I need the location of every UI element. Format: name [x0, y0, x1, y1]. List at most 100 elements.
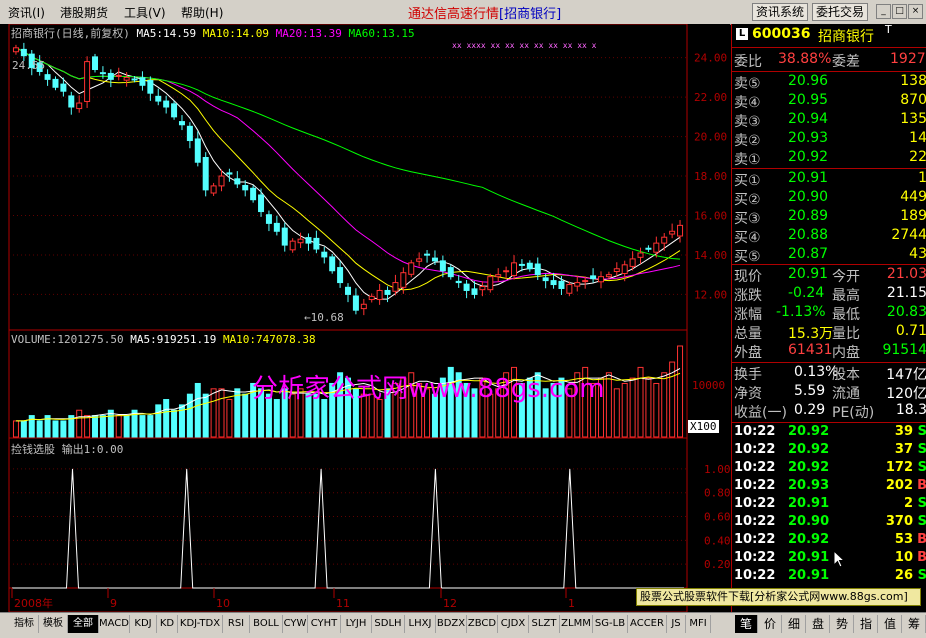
app-title: 通达信高速行情[招商银行] [408, 3, 561, 22]
price-header: 招商银行(日线,前复权) MA5:14.59 MA10:14.09 MA20:1… [11, 25, 415, 41]
tick-row[interactable]: 10:22 20.92 172 S [732, 460, 926, 479]
stat-label: 最高 [832, 288, 860, 304]
indicator-tab[interactable]: 指标 [10, 615, 39, 633]
indicator-tab[interactable]: SLZT [529, 615, 560, 633]
indicator-y-tick-label: 0.40 [704, 534, 730, 547]
indicator-tab[interactable]: ACCER [628, 615, 667, 633]
menu-help[interactable]: 帮助(H) [181, 4, 223, 21]
tick-row[interactable]: 10:22 20.91 10 B [732, 550, 926, 569]
tick-side: B [917, 532, 926, 547]
indicator-tab[interactable]: LYJH [341, 615, 372, 633]
indicator-tab[interactable]: CYW [283, 615, 308, 633]
view-tab[interactable]: 指 [855, 615, 878, 633]
candle-body [574, 282, 581, 287]
indicator-tab[interactable]: CJDX [498, 615, 529, 633]
fundamental-label: PE(动) [832, 405, 875, 421]
price-y-tick-label: 24.00 [694, 52, 727, 65]
menu-info[interactable]: 资讯(I) [8, 4, 45, 21]
indicator-tab[interactable]: SDLH [372, 615, 405, 633]
stat-label: 涨幅 [734, 307, 762, 323]
stat-value: 0.71 [895, 323, 926, 339]
candle-body [313, 237, 320, 250]
tick-row[interactable]: 10:22 20.90 370 S [732, 514, 926, 533]
info-system-button[interactable]: 资讯系统 [752, 3, 809, 21]
sell-level-row: 卖② 20.93 14 [732, 130, 926, 149]
tick-row[interactable]: 10:22 20.92 53 B [732, 532, 926, 551]
candle-body [115, 74, 122, 77]
candle-body [171, 103, 178, 118]
sell-level-label: 卖① [734, 152, 761, 168]
stat-value: 21.03 [886, 266, 926, 282]
tick-price: 20.92 [788, 442, 830, 457]
indicator-tab[interactable]: BOLL [250, 615, 283, 633]
buy-level-price: 20.91 [788, 170, 829, 186]
view-tab[interactable]: 价 [759, 615, 782, 633]
trade-button[interactable]: 委托交易 [812, 3, 869, 21]
sell-level-label: 卖④ [734, 95, 761, 111]
view-tab[interactable]: 值 [879, 615, 902, 633]
tick-row[interactable]: 10:22 20.92 37 S [732, 442, 926, 461]
indicator-tab[interactable]: SG-LB [593, 615, 628, 633]
tick-row[interactable]: 10:22 20.93 202 B [732, 478, 926, 497]
indicator-tab[interactable]: ZLMM [560, 615, 593, 633]
buy-level-volume: 449 [900, 189, 926, 205]
indicator-tab[interactable]: KDJ [130, 615, 157, 633]
candle-body [352, 295, 359, 311]
kline-chart-svg[interactable]: 24.00 22.00 20.00 18.00 16.00 14.00 12.00 1.00 0… [0, 24, 730, 612]
candle-body [273, 222, 280, 232]
app-title-text: 通达信高速行情 [408, 7, 500, 22]
fundamental-value: 18.3 [895, 402, 926, 418]
tick-row[interactable]: 10:22 20.91 26 S [732, 568, 926, 587]
indicator-tab[interactable]: RSI [223, 615, 250, 633]
tick-side: B [917, 478, 926, 493]
tick-side: S [918, 496, 926, 511]
view-tab[interactable]: 盘 [807, 615, 830, 633]
price-header-ma5: MA5:14.59 [136, 27, 197, 40]
bottom-tab-bar: 指标 模板 全部 MACD KDJ KD KDJ-TDX RSI BOLL CYW CYHT LYJH… [0, 612, 926, 638]
view-tab[interactable]: 筹 [903, 615, 926, 633]
indicator-tab[interactable]: KDJ-TDX [178, 615, 223, 633]
maximize-icon[interactable]: □ [892, 4, 907, 19]
candle-body [202, 156, 209, 191]
sell-level-row: 卖⑤ 20.96 138 [732, 73, 926, 92]
view-tab[interactable]: 笔 [735, 615, 758, 633]
tick-volume: 39 [894, 424, 913, 439]
indicator-tab[interactable]: BDZX [436, 615, 467, 633]
indicator-tab[interactable]: MACD [99, 615, 130, 633]
view-tab[interactable]: 势 [831, 615, 854, 633]
promo-banner[interactable]: 股票公式股票软件下载[分析家公式网www.88gs.com] [636, 588, 921, 606]
volume-bar [76, 409, 83, 438]
close-icon[interactable]: × [908, 4, 923, 19]
indicator-tab[interactable]: ZBCD [467, 615, 498, 633]
indicator-tab[interactable]: 模板 [39, 615, 68, 633]
indicator-y-tick-label: 0.20 [704, 558, 730, 571]
menu-tools[interactable]: 工具(V) [124, 4, 166, 21]
volume-bar [171, 409, 178, 438]
buy-level-row: 买② 20.90 449 [732, 189, 926, 208]
candle-body [416, 258, 423, 262]
chart-area[interactable]: 24.00 22.00 20.00 18.00 16.00 14.00 12.00 1.00 0… [0, 24, 730, 612]
candle-body [329, 256, 336, 272]
minimize-icon[interactable]: _ [876, 4, 891, 19]
sell-level-volume: 870 [900, 92, 926, 108]
sell-level-row: 卖④ 20.95 870 [732, 92, 926, 111]
view-tab[interactable]: 细 [783, 615, 806, 633]
indicator-tab[interactable]: JS [667, 615, 686, 633]
indicator-tab[interactable]: 全部 [68, 615, 99, 633]
tick-volume: 172 [885, 460, 913, 475]
indicator-tab[interactable]: MFI [686, 615, 711, 633]
candle-body [12, 47, 19, 53]
candle-body [337, 267, 344, 284]
volume-bar [36, 420, 43, 438]
tick-row[interactable]: 10:22 20.92 39 S [732, 424, 926, 443]
indicator-tab[interactable]: LHXJ [405, 615, 436, 633]
tick-row[interactable]: 10:22 20.91 2S [732, 496, 926, 515]
indicator-tab[interactable]: KD [157, 615, 178, 633]
candle-body [455, 280, 462, 284]
buy-level-label: 买⑤ [734, 249, 761, 265]
indicator-tab[interactable]: CYHT [308, 615, 341, 633]
menu-hk-futures[interactable]: 港股期货 [60, 4, 108, 21]
volume-bar [661, 372, 668, 438]
weibi-label: 委比 [734, 54, 762, 70]
candle-body [613, 268, 620, 273]
